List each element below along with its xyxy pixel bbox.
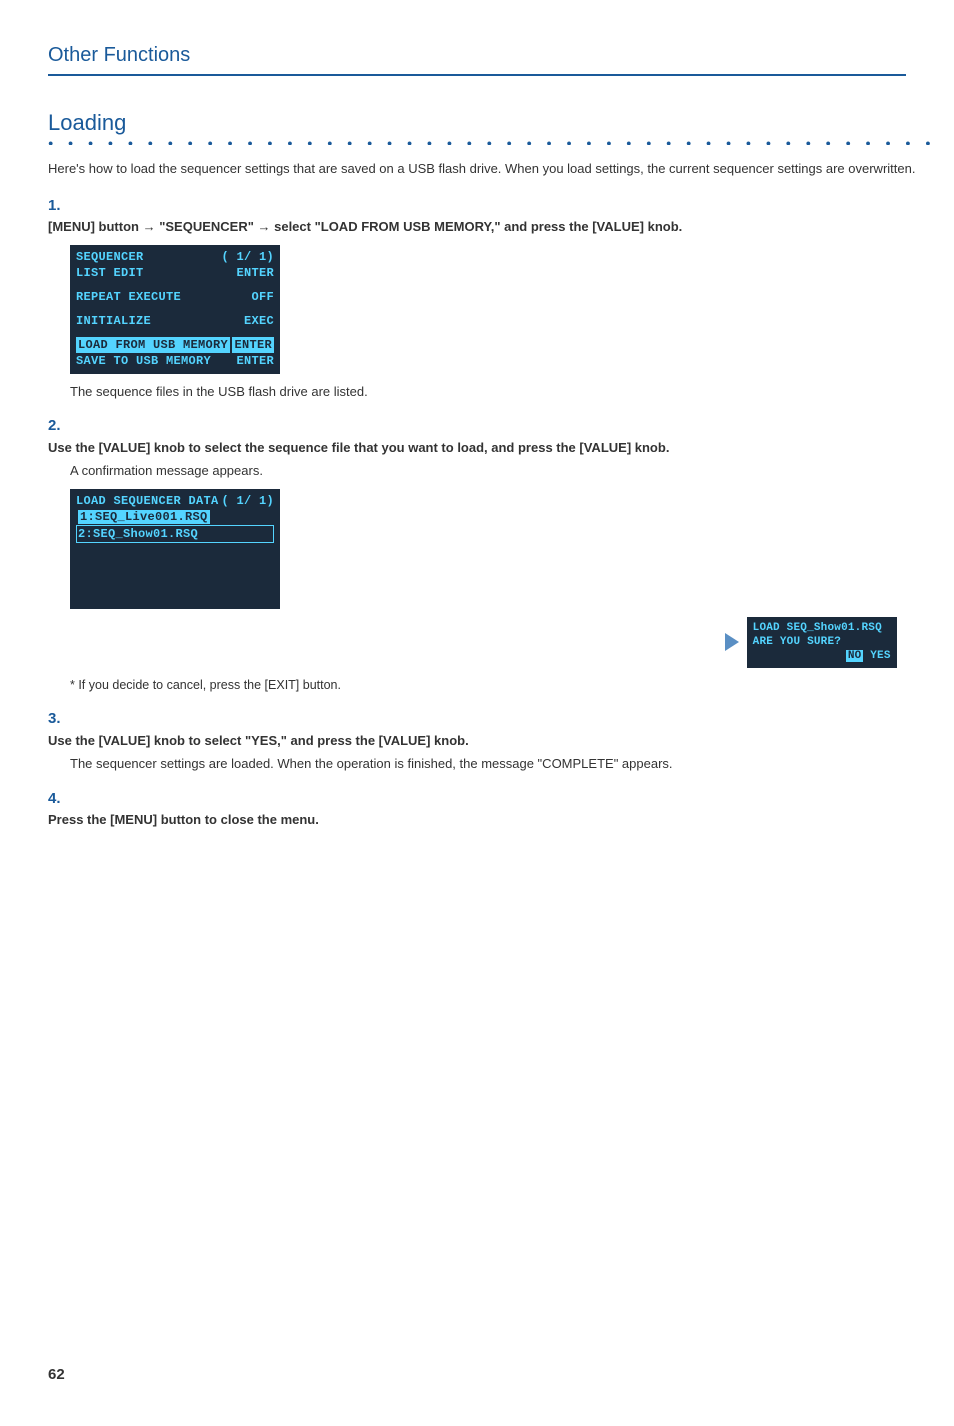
lcd-yes-option: YES (870, 650, 890, 662)
lcd-popup-line: ARE YOU SURE? (753, 635, 841, 649)
step-body: The sequencer settings are loaded. When … (70, 754, 937, 774)
step-number: 3. (48, 708, 66, 731)
step-number: 1. (48, 195, 66, 218)
arrow-icon: → (143, 219, 156, 234)
lcd-popup-line: LOAD SEQ_Show01.RSQ (753, 621, 891, 635)
step-text-part: "SEQUENCER" (156, 219, 258, 234)
lcd-row-selected: LOAD FROM USB MEMORY (76, 337, 230, 353)
arrow-right-icon (725, 633, 739, 651)
lcd-row-value: ENTER (232, 337, 274, 353)
step-3: 3. Use the [VALUE] knob to select "YES,"… (48, 708, 937, 774)
cancel-note: * If you decide to cancel, press the [EX… (70, 676, 937, 695)
step-4: 4. Press the [MENU] button to close the … (48, 788, 937, 830)
lcd-title: SEQUENCER (76, 249, 144, 265)
step-text: Use the [VALUE] knob to select the seque… (48, 438, 917, 458)
step-text: Use the [VALUE] knob to select "YES," an… (48, 731, 917, 751)
lcd-file-list: LOAD SEQUENCER DATA( 1/ 1) 1:SEQ_Live001… (70, 489, 280, 609)
lcd-file-highlighted: 1:SEQ_Live001.RSQ (78, 510, 210, 524)
lcd-row-label: INITIALIZE (76, 313, 151, 329)
lcd-row-value: ENTER (236, 353, 274, 369)
step-text-part: select "LOAD FROM USB MEMORY," and press… (271, 219, 683, 234)
dot-divider: ● ● ● ● ● ● ● ● ● ● ● ● ● ● ● ● ● ● ● ● … (48, 141, 937, 145)
step-number: 4. (48, 788, 66, 811)
lcd-row-value: EXEC (244, 313, 274, 329)
step-text-part: [MENU] button (48, 219, 143, 234)
section-header: Other Functions (48, 40, 906, 76)
lcd-row-label: SAVE TO USB MEMORY (76, 353, 211, 369)
step-body: A confirmation message appears. (70, 461, 937, 481)
lcd-sequencer-menu: SEQUENCER ( 1/ 1) LIST EDIT ENTER REPEAT E… (70, 245, 280, 374)
lcd-row-label: REPEAT EXECUTE (76, 289, 181, 305)
lcd-row-label: LIST EDIT (76, 265, 144, 281)
loading-intro: Here's how to load the sequencer setting… (48, 159, 937, 179)
lcd-row-value: ENTER (236, 265, 274, 281)
step-text: [MENU] button → "SEQUENCER" → select "LO… (48, 217, 917, 237)
lcd-confirm-popup: LOAD SEQ_Show01.RSQ ARE YOU SURE? NO YES (747, 617, 897, 668)
page-number: 62 (48, 1364, 906, 1387)
step-text: Press the [MENU] button to close the men… (48, 810, 917, 830)
lcd-page: ( 1/ 1) (221, 249, 274, 265)
step-2: 2. Use the [VALUE] knob to select the se… (48, 415, 937, 694)
lcd-no-option: NO (846, 650, 864, 662)
loading-heading: Loading (48, 106, 937, 139)
step-1: 1. [MENU] button → "SEQUENCER" → select … (48, 195, 937, 402)
lcd-file-selected: 2:SEQ_Show01.RSQ (78, 527, 198, 541)
arrow-icon: → (258, 219, 271, 234)
lcd-caption: The sequence files in the USB flash driv… (70, 382, 937, 402)
lcd-page: ( 1/ 1) (221, 493, 274, 509)
step-number: 2. (48, 415, 66, 438)
lcd-row-value: OFF (251, 289, 274, 305)
lcd-title: LOAD SEQUENCER DATA (76, 493, 219, 509)
left-column: Loading ● ● ● ● ● ● ● ● ● ● ● ● ● ● ● ● … (48, 106, 937, 844)
